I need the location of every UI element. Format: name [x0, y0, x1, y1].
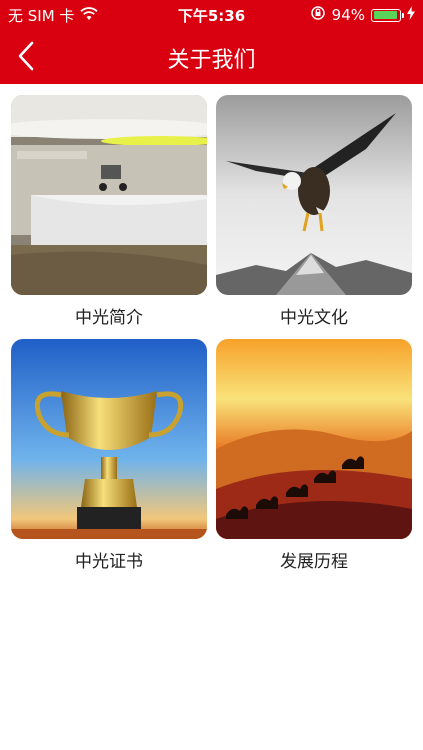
card-label: 发展历程	[280, 552, 348, 572]
battery-icon	[371, 8, 404, 22]
card-company-intro[interactable]: 中光简介	[11, 95, 207, 328]
office-reception-photo	[11, 95, 207, 295]
charging-bolt-icon	[407, 6, 415, 24]
desert-camel-caravan-photo	[216, 339, 412, 539]
battery-level-fill	[373, 11, 397, 19]
card-label: 中光证书	[75, 552, 143, 572]
page-title: 关于我们	[167, 48, 256, 73]
card-development-history[interactable]: 发展历程	[216, 339, 412, 572]
gold-trophy-photo	[11, 339, 207, 539]
rotation-lock-icon	[310, 5, 326, 25]
nav-bar: 关于我们	[0, 28, 423, 84]
status-bar: 无 SIM 卡 下午5:36 94%	[0, 0, 423, 28]
eagle-mountain-photo	[216, 95, 412, 295]
card-label: 中光文化	[280, 308, 348, 328]
card-label: 中光简介	[75, 308, 143, 328]
battery-percent: 94%	[331, 6, 365, 24]
card-company-culture[interactable]: 中光文化	[216, 95, 412, 328]
card-company-certificates[interactable]: 中光证书	[11, 339, 207, 572]
status-right: 94%	[310, 5, 415, 25]
